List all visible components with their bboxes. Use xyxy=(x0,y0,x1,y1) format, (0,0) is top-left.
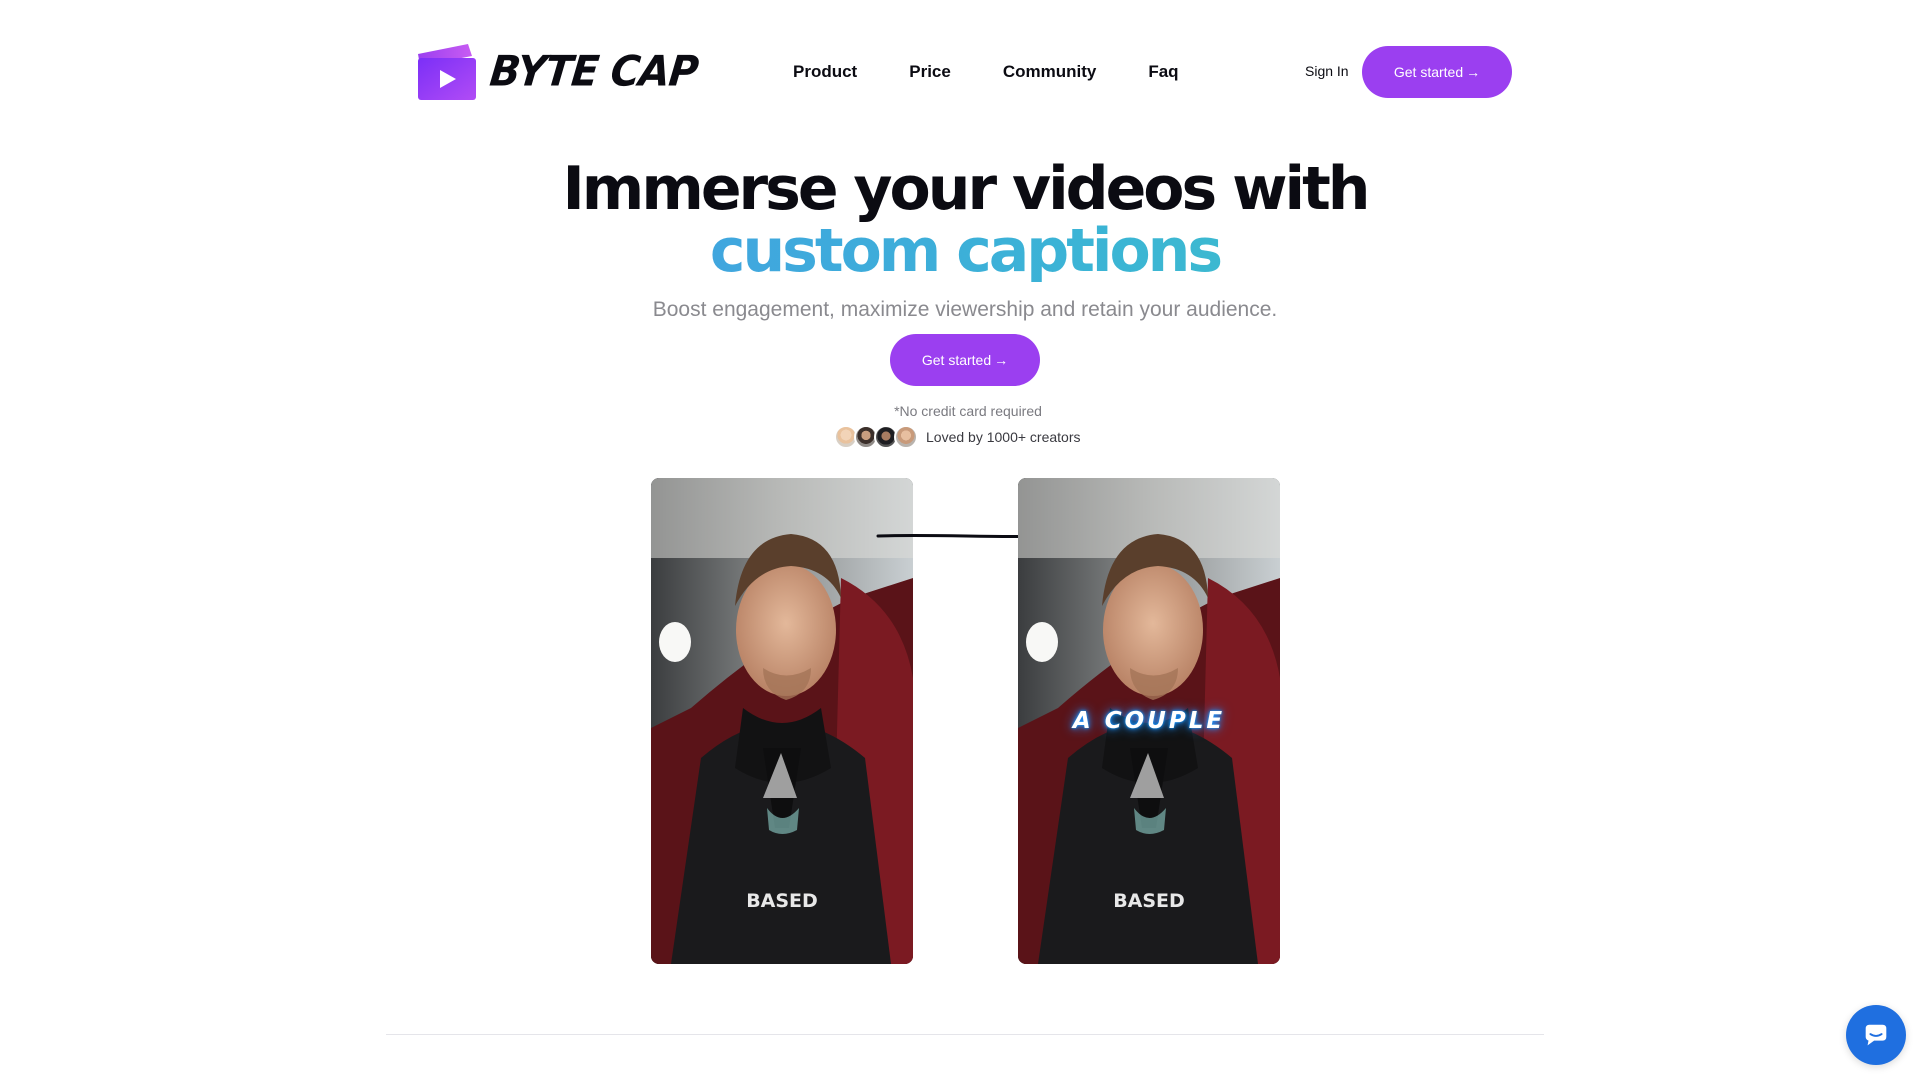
shirt-text: BASED xyxy=(1113,890,1185,912)
video-caption: A COUPLE xyxy=(1072,708,1226,734)
nav-item-price[interactable]: Price xyxy=(909,62,951,82)
play-icon xyxy=(418,44,476,100)
hero-subtitle: Boost engagement, maximize viewership an… xyxy=(652,298,1278,321)
logo[interactable]: BYTE CAP xyxy=(416,42,700,102)
hero-title-highlight: custom captions xyxy=(0,220,1920,282)
hero-title-line1: Immerse your videos with xyxy=(562,154,1370,224)
shirt-text: BASED xyxy=(746,890,818,912)
avatar xyxy=(894,425,918,449)
chat-button[interactable] xyxy=(1846,1005,1906,1065)
hero-get-started-button[interactable]: Get started → xyxy=(890,334,1040,386)
nav-item-product[interactable]: Product xyxy=(793,62,857,82)
social-proof: Loved by 1000+ creators xyxy=(834,425,1081,449)
creator-avatars xyxy=(834,425,918,449)
video-before[interactable]: BASED xyxy=(651,478,913,964)
main-nav: Product Price Community Faq xyxy=(793,62,1179,82)
header-cta-label: Get started xyxy=(1393,64,1464,80)
site-header: BYTE CAP Product Price Community Faq Sig… xyxy=(0,0,1920,146)
header-get-started-button[interactable]: Get started → xyxy=(1362,46,1512,98)
chat-icon xyxy=(1865,1024,1887,1046)
brand-name: BYTE CAP xyxy=(487,47,700,97)
sign-in-link[interactable]: Sign In xyxy=(1305,63,1349,79)
arrow-right-icon: → xyxy=(994,352,1009,368)
hero-cta-label: Get started xyxy=(921,352,992,368)
video-after[interactable]: A COUPLE BASED xyxy=(1018,478,1280,964)
arrow-right-icon: → xyxy=(1466,64,1481,80)
section-divider xyxy=(386,1034,1544,1035)
hero-title: Immerse your videos with custom captions xyxy=(0,158,1920,282)
no-credit-card-note: *No credit card required xyxy=(894,403,1042,419)
nav-item-faq[interactable]: Faq xyxy=(1148,62,1178,82)
social-proof-text: Loved by 1000+ creators xyxy=(926,429,1081,445)
nav-item-community[interactable]: Community xyxy=(1003,62,1097,82)
